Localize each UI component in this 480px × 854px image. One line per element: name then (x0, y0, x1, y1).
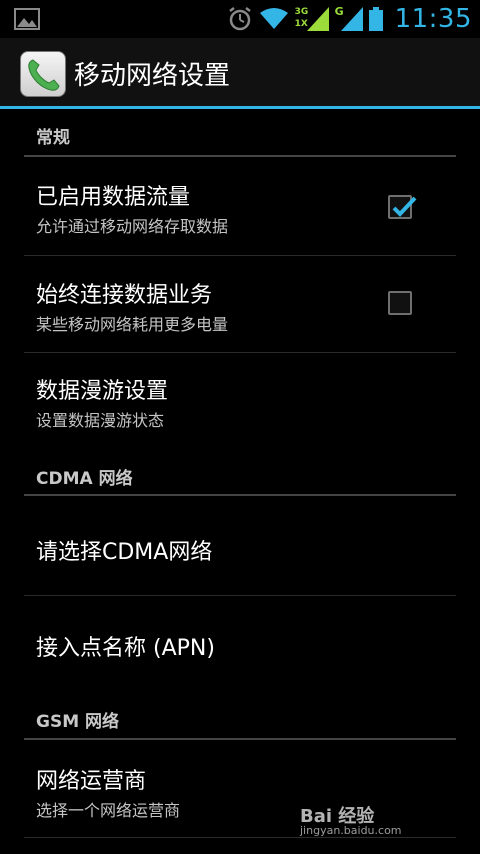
item-subtitle: 设置数据漫游状态 (36, 411, 165, 430)
signal-3g-icon: 3G 1X (295, 5, 329, 33)
item-title: 始终连接数据业务 (36, 283, 213, 308)
watermark-sub: jingyan.baidu.com (300, 824, 402, 837)
item-title: 数据漫游设置 (36, 379, 169, 404)
phone-icon[interactable] (20, 51, 66, 97)
checkmark-icon (392, 196, 417, 217)
item-divider (24, 595, 456, 596)
item-divider (24, 352, 456, 353)
item-subtitle: 允许通过移动网络存取数据 (36, 217, 229, 236)
image-notification-icon (14, 8, 40, 30)
signal-g-icon: G (335, 5, 363, 33)
section-header-gsm: GSM 网络 (36, 712, 120, 732)
item-title: 接入点名称 (APN) (36, 636, 215, 661)
status-bar: 3G 1X G 11:35 (0, 0, 480, 38)
item-title: 网络运营商 (36, 769, 147, 794)
status-time: 11:35 (394, 4, 472, 34)
section-divider (24, 155, 456, 157)
section-divider (24, 738, 456, 740)
data-enabled-checkbox[interactable] (388, 195, 417, 219)
wifi-icon (259, 8, 288, 29)
battery-icon (368, 7, 383, 31)
item-title: 已启用数据流量 (36, 185, 191, 210)
baidu-watermark: Bai 经验 jingyan.baidu.com (300, 802, 450, 842)
item-divider (24, 255, 456, 256)
section-header-general: 常规 (36, 128, 70, 148)
settings-list[interactable]: 常规 已启用数据流量 允许通过移动网络存取数据 始终连接数据业务 某些移动网络耗… (0, 109, 480, 854)
page-title: 移动网络设置 (74, 61, 231, 91)
item-subtitle: 某些移动网络耗用更多电量 (36, 315, 229, 334)
alarm-icon (228, 7, 251, 31)
section-divider (24, 494, 456, 496)
status-icons: 3G 1X G 11:35 (227, 0, 472, 38)
item-title: 请选择CDMA网络 (36, 540, 213, 565)
item-subtitle: 选择一个网络运营商 (36, 801, 181, 820)
action-bar (0, 38, 480, 108)
always-on-checkbox[interactable] (388, 291, 412, 315)
section-header-cdma: CDMA 网络 (36, 469, 133, 489)
